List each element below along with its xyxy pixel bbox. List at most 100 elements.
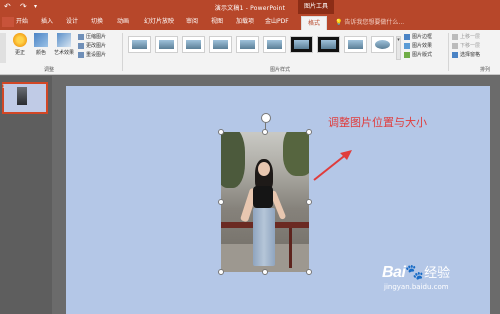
group-separator [122, 33, 123, 71]
compress-pictures-button[interactable]: 压缩图片 [78, 33, 106, 41]
resize-handle-top[interactable] [262, 129, 268, 135]
color-icon [34, 33, 48, 47]
color-label: 颜色 [35, 50, 46, 56]
file-tab[interactable] [2, 17, 14, 27]
picture-effects-button[interactable]: 图片效果 [404, 42, 432, 50]
artistic-effects-icon [57, 33, 71, 47]
ribbon-collapsed-group[interactable] [0, 33, 6, 63]
selection-pane-label: 选择窗格 [460, 52, 481, 58]
resize-handle-bottom-right[interactable] [306, 269, 312, 275]
tell-me-placeholder: 告诉我您想要做什么... [344, 19, 405, 26]
reset-icon [78, 51, 84, 58]
picture-style-10[interactable] [371, 36, 394, 53]
style-thumbnail [186, 40, 201, 49]
slide-number: 1 [2, 84, 6, 90]
arrange-group-label: 排列 [480, 67, 491, 73]
style-thumbnail [375, 40, 390, 49]
color-button[interactable]: 颜色 [31, 33, 51, 56]
selection-pane-button[interactable]: 选择窗格 [452, 51, 480, 59]
reset-picture-button[interactable]: 重设图片 [78, 51, 106, 59]
resize-handle-top-right[interactable] [306, 129, 312, 135]
lightbulb-icon: 💡 [335, 19, 343, 26]
picture-layout-icon [404, 51, 410, 58]
tab-animations[interactable]: 动画 [117, 17, 129, 27]
send-backward-label: 下移一层 [460, 43, 481, 49]
tab-wps-pdf[interactable]: 金山PDF [265, 17, 289, 27]
picture-effects-icon [404, 42, 410, 49]
picture-style-6[interactable] [263, 36, 286, 53]
corrections-button[interactable]: 更正 [10, 33, 30, 56]
send-backward-button[interactable]: 下移一层 [452, 42, 480, 50]
change-picture-icon [78, 42, 84, 49]
tab-design[interactable]: 设计 [66, 17, 78, 27]
compress-icon [78, 33, 84, 40]
watermark-brand-suffix: 经验 [424, 265, 451, 280]
style-thumbnail [294, 40, 309, 49]
style-thumbnail [132, 40, 147, 49]
watermark-url: jingyan.baidu.com [384, 283, 449, 291]
picture-style-2[interactable] [155, 36, 178, 53]
photo-tree [283, 132, 309, 176]
picture-layout-button[interactable]: 图片版式 [404, 51, 432, 59]
tab-slideshow[interactable]: 幻灯片放映 [144, 17, 174, 27]
picture-style-3[interactable] [182, 36, 205, 53]
slide-thumbnail-picture [17, 87, 27, 105]
picture-layout-label: 图片版式 [412, 52, 433, 58]
tab-home[interactable]: 开始 [16, 17, 28, 27]
tab-review[interactable]: 审阅 [186, 17, 198, 27]
style-thumbnail [159, 40, 174, 49]
picture-style-4[interactable] [209, 36, 232, 53]
resize-handle-left[interactable] [218, 199, 224, 205]
ribbon: 更正 颜色 艺术效果 压缩图片 更改图片 重设图片 调整 ▾ 图片边框 图片效果… [0, 30, 500, 75]
annotation-text: 调整图片位置与大小 [328, 116, 427, 129]
group-separator [448, 33, 449, 71]
bring-forward-button[interactable]: 上移一层 [452, 33, 480, 41]
tab-view[interactable]: 视图 [211, 17, 223, 27]
tab-format[interactable]: 格式 [301, 16, 328, 30]
corrections-icon [13, 33, 27, 47]
compress-label: 压缩图片 [86, 34, 107, 40]
picture-style-8[interactable] [317, 36, 340, 53]
picture-tools-context-label: 图片工具 [298, 0, 334, 14]
baidu-jingyan-watermark: Bai🐾经验 jingyan.baidu.com [382, 262, 451, 291]
paw-icon: 🐾 [405, 263, 425, 281]
style-thumbnail [321, 40, 336, 49]
send-backward-icon [452, 42, 458, 49]
watermark-brand: Bai [382, 264, 406, 281]
selection-pane-icon [452, 51, 458, 58]
photo-person-face [258, 162, 270, 176]
resize-handle-right[interactable] [306, 199, 312, 205]
artistic-effects-button[interactable]: 艺术效果 [52, 33, 76, 56]
ribbon-tab-bar: 开始 插入 设计 切换 动画 幻灯片放映 审阅 视图 加载项 金山PDF 格式 … [0, 14, 500, 30]
rotate-handle-icon[interactable] [261, 113, 271, 123]
selected-picture[interactable] [221, 132, 309, 272]
bring-forward-label: 上移一层 [460, 34, 481, 40]
picture-style-7[interactable] [290, 36, 313, 53]
picture-style-5[interactable] [236, 36, 259, 53]
tab-addins[interactable]: 加载项 [236, 17, 254, 27]
tab-transitions[interactable]: 切换 [91, 17, 103, 27]
annotation-arrow-icon [313, 150, 352, 181]
style-thumbnail [213, 40, 228, 49]
picture-border-button[interactable]: 图片边框 [404, 33, 432, 41]
artistic-effects-label: 艺术效果 [53, 50, 74, 56]
adjust-group-label: 调整 [44, 67, 55, 73]
photo-railing-post [289, 228, 292, 268]
resize-handle-bottom-left[interactable] [218, 269, 224, 275]
resize-handle-top-left[interactable] [218, 129, 224, 135]
corrections-label: 更正 [14, 50, 25, 56]
picture-style-1[interactable] [128, 36, 151, 53]
reset-label: 重设图片 [86, 52, 107, 58]
tell-me-search[interactable]: 💡 告诉我您想要做什么... [335, 17, 404, 26]
photo-person-top [253, 186, 273, 208]
style-thumbnail [240, 40, 255, 49]
resize-handle-bottom[interactable] [262, 269, 268, 275]
change-label: 更改图片 [86, 43, 107, 49]
change-picture-button[interactable]: 更改图片 [78, 42, 106, 50]
photo-person-jeans [253, 208, 275, 266]
picture-border-label: 图片边框 [412, 34, 433, 40]
gallery-more-button[interactable]: ▾ [396, 36, 401, 60]
style-thumbnail [267, 40, 282, 49]
tab-insert[interactable]: 插入 [41, 17, 53, 27]
picture-style-9[interactable] [344, 36, 367, 53]
